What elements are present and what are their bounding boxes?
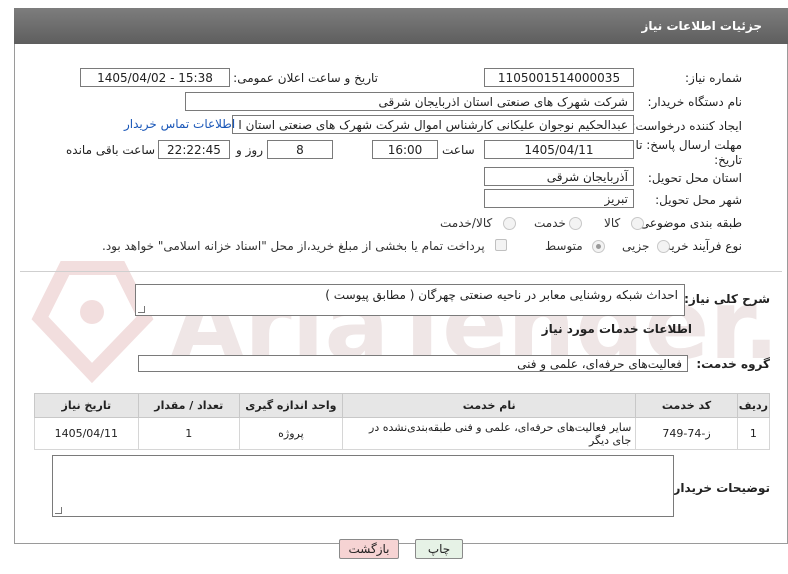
- print-button[interactable]: چاپ: [415, 539, 463, 559]
- deadline-label-2: تاریخ:: [714, 153, 742, 167]
- resize-grip-icon[interactable]: [138, 306, 145, 313]
- table-header-row: ردیف کد خدمت نام خدمت واحد اندازه گیری ت…: [34, 393, 771, 418]
- deadline-time-field: 16:00: [372, 140, 438, 159]
- creator-field: عبدالحکیم نوجوان علیکانی کارشناس اموال ش…: [232, 115, 634, 134]
- announce-field: 1405/04/02 - 15:38: [80, 68, 230, 87]
- table-row: 1 ز-74-749 سایر فعالیت‌های حرفه‌ای، علمی…: [34, 417, 771, 450]
- treasury-payment-checkbox[interactable]: [495, 239, 507, 251]
- column-header: تعداد / مقدار: [137, 393, 240, 418]
- buyer-notes-label: توضیحات خریدار:: [668, 481, 770, 495]
- category-radio-goods-service[interactable]: [503, 217, 516, 230]
- panel-title: جزئیات اطلاعات نیاز: [641, 19, 762, 33]
- column-header: تاریخ نیاز: [34, 393, 139, 418]
- days-label: روز و: [236, 143, 263, 157]
- row-unit: پروژه: [238, 417, 343, 450]
- services-table: ردیف کد خدمت نام خدمت واحد اندازه گیری ت…: [34, 393, 771, 450]
- row-name: سایر فعالیت‌های حرفه‌ای، علمی و فنی طبقه…: [341, 417, 637, 450]
- category-radio-goods[interactable]: [631, 217, 644, 230]
- column-header: نام خدمت: [341, 393, 637, 418]
- row-date: 1405/04/11: [34, 417, 139, 450]
- row-qty: 1: [137, 417, 240, 450]
- section-divider: [20, 271, 782, 272]
- deadline-label: مهلت ارسال پاسخ: تا: [635, 138, 742, 152]
- row-code: ز-74-749: [635, 417, 738, 450]
- category-radio-service[interactable]: [569, 217, 582, 230]
- remaining-time-field: 22:22:45: [158, 140, 230, 159]
- description-text: احداث شبکه روشنایی معابر در ناحیه صنعتی …: [325, 288, 678, 302]
- deadline-date-field: 1405/04/11: [484, 140, 634, 159]
- service-group-field: فعالیت‌های حرفه‌ای، علمی و فنی: [138, 355, 688, 372]
- need-number-label: شماره نیاز:: [685, 71, 742, 85]
- announce-label: تاریخ و ساعت اعلان عمومی:: [233, 71, 378, 85]
- city-field: تبریز: [484, 189, 634, 208]
- province-label: استان محل تحویل:: [647, 171, 742, 185]
- back-button[interactable]: بازگشت: [339, 539, 399, 559]
- process-radio-medium[interactable]: [592, 240, 605, 253]
- buyer-field: شرکت شهرک های صنعتی استان اذربایجان شرقی: [185, 92, 634, 111]
- remaining-label: ساعت باقی مانده: [66, 143, 156, 157]
- days-field: 8: [267, 140, 333, 159]
- process-option-medium: متوسط: [545, 239, 583, 253]
- need-number-field: 1105001514000035: [484, 68, 634, 87]
- process-option-minor: جزیی: [622, 239, 650, 253]
- treasury-payment-note: پرداخت تمام یا بخشی از مبلغ خرید،از محل …: [102, 239, 485, 253]
- category-label: طبقه بندی موضوعی:: [635, 216, 742, 230]
- province-field: آذربایجان شرقی: [484, 167, 634, 186]
- resize-grip-icon[interactable]: [55, 507, 62, 514]
- creator-label: ایجاد کننده درخواست:: [631, 119, 742, 133]
- buyer-label: نام دستگاه خریدار:: [647, 95, 743, 109]
- category-option-goods: کالا: [604, 216, 621, 230]
- buyer-notes-field: [52, 455, 674, 517]
- row-index: 1: [736, 417, 771, 450]
- description-field: احداث شبکه روشنایی معابر در ناحیه صنعتی …: [135, 284, 685, 316]
- city-label: شهر محل تحویل:: [655, 193, 742, 207]
- column-header: واحد اندازه گیری: [238, 393, 343, 418]
- service-group-label: گروه خدمت:: [696, 357, 770, 371]
- category-option-goods-service: کالا/خدمت: [440, 216, 493, 230]
- process-radio-minor[interactable]: [657, 240, 670, 253]
- panel-header: جزئیات اطلاعات نیاز: [14, 8, 788, 44]
- services-section-title: اطلاعات خدمات مورد نیاز: [541, 322, 692, 336]
- column-header: کد خدمت: [635, 393, 738, 418]
- deadline-time-label: ساعت: [442, 143, 475, 157]
- description-label: شرح کلی نیاز:: [684, 292, 770, 306]
- category-option-service: خدمت: [534, 216, 566, 230]
- buyer-contact-link[interactable]: اطلاعات تماس خریدار: [124, 117, 235, 131]
- column-header: ردیف: [736, 393, 771, 418]
